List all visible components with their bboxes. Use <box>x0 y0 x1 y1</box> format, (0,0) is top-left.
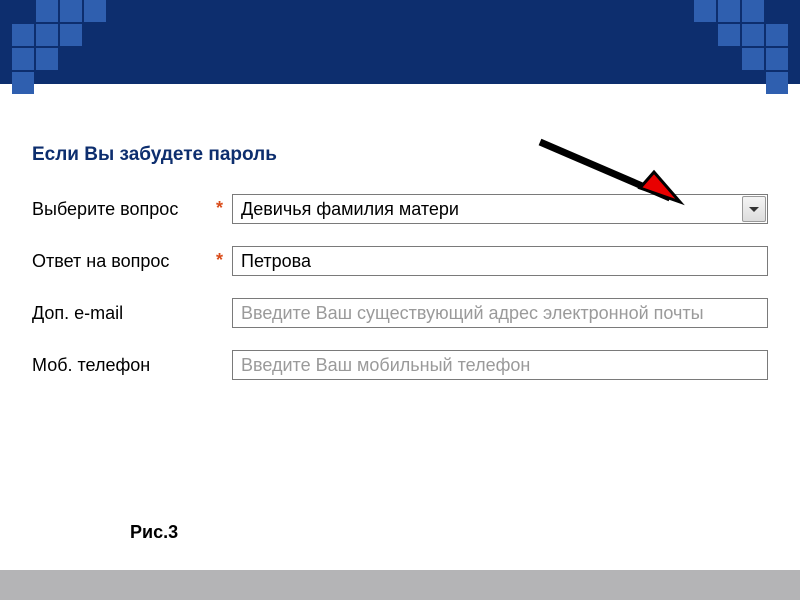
input-placeholder: Введите Ваш существующий адрес электронн… <box>241 303 704 324</box>
row-question: Выберите вопрос * Девичья фамилия матери <box>32 194 768 224</box>
label-answer: Ответ на вопрос <box>32 251 216 272</box>
input-value: Петрова <box>241 251 311 272</box>
decorative-squares-right <box>694 0 788 94</box>
figure-label: Рис.3 <box>130 522 178 543</box>
chevron-down-icon[interactable] <box>742 196 766 222</box>
required-marker: * <box>216 250 232 271</box>
section-title: Если Вы забудете пароль <box>32 144 768 166</box>
row-phone: Моб. телефон Введите Ваш мобильный телеф… <box>32 350 768 380</box>
row-answer: Ответ на вопрос * Петрова <box>32 246 768 276</box>
input-placeholder: Введите Ваш мобильный телефон <box>241 355 530 376</box>
label-phone: Моб. телефон <box>32 355 216 376</box>
phone-input[interactable]: Введите Ваш мобильный телефон <box>232 350 768 380</box>
required-marker: * <box>216 198 232 219</box>
label-email: Доп. e-mail <box>32 303 216 324</box>
form-container: Если Вы забудете пароль Выберите вопрос … <box>0 84 800 380</box>
header-banner <box>0 0 800 84</box>
row-email: Доп. e-mail Введите Ваш существующий адр… <box>32 298 768 328</box>
bottom-bar <box>0 570 800 600</box>
security-question-select[interactable]: Девичья фамилия матери <box>232 194 768 224</box>
email-input[interactable]: Введите Ваш существующий адрес электронн… <box>232 298 768 328</box>
label-question: Выберите вопрос <box>32 199 216 220</box>
security-answer-input[interactable]: Петрова <box>232 246 768 276</box>
decorative-squares-left <box>12 0 106 94</box>
select-value: Девичья фамилия матери <box>241 199 459 220</box>
